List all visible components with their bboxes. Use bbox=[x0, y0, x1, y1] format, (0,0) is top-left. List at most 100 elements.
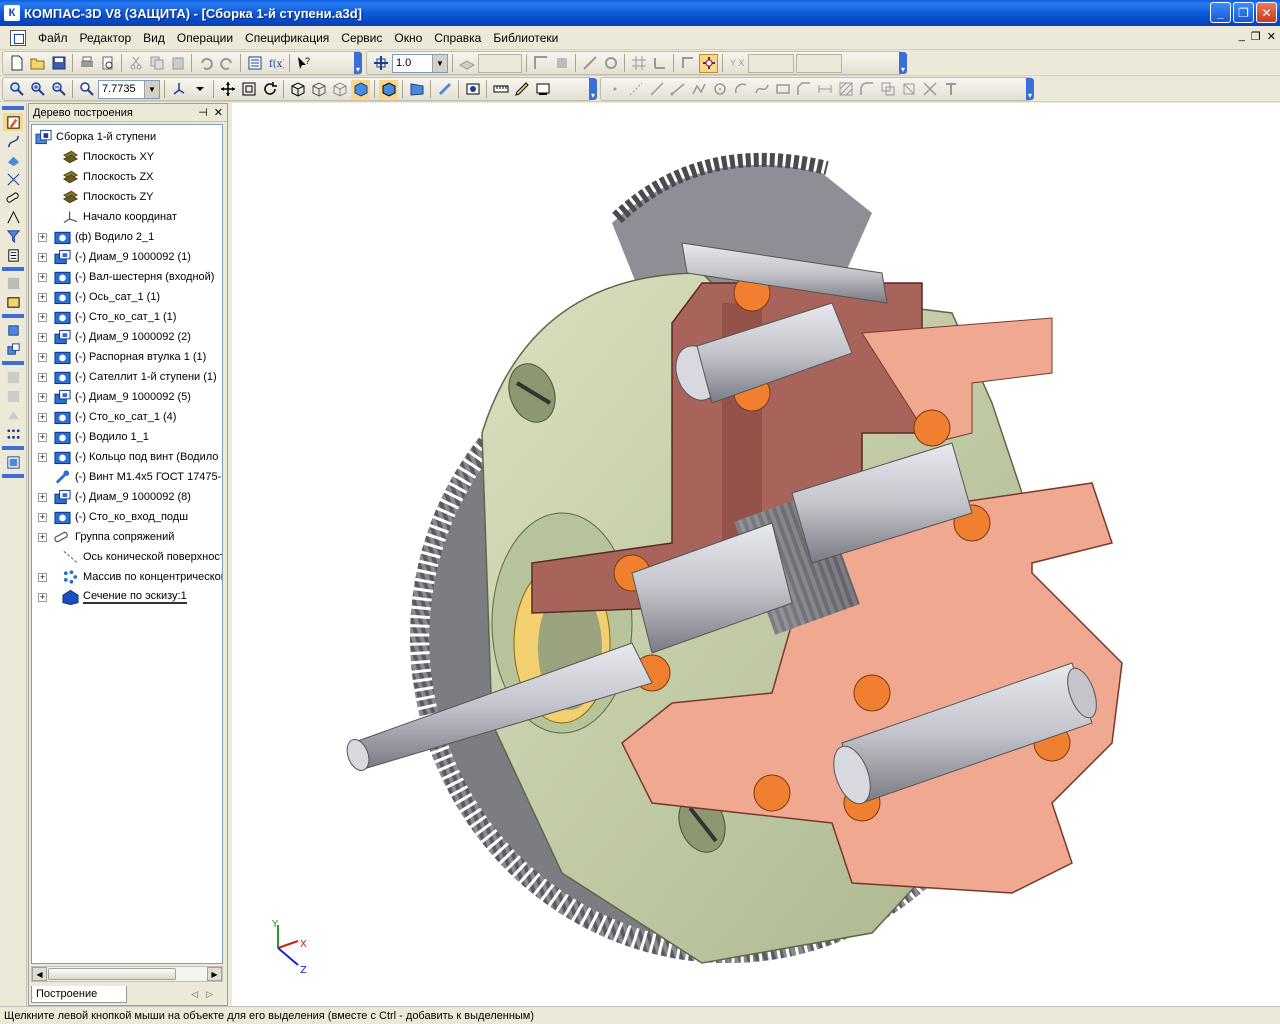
expand-icon[interactable]: + bbox=[38, 572, 47, 582]
minimize-button[interactable]: _ bbox=[1210, 2, 1231, 23]
toolbar-overflow-2[interactable]: ▾ bbox=[899, 52, 907, 74]
mdi-minimize-button[interactable]: _ bbox=[1239, 30, 1245, 43]
section-view-icon[interactable] bbox=[435, 80, 454, 99]
expand-icon[interactable]: + bbox=[38, 332, 47, 342]
menu-window[interactable]: Окно bbox=[388, 29, 428, 47]
expand-icon[interactable]: + bbox=[38, 452, 47, 462]
zoom-field[interactable]: 7.7735 ▼ bbox=[98, 79, 160, 99]
thin-hidden-icon[interactable] bbox=[330, 80, 349, 99]
mates-panel-icon[interactable] bbox=[3, 189, 23, 207]
disabled-tool-1-icon[interactable] bbox=[3, 368, 23, 386]
circle-icon[interactable] bbox=[710, 80, 729, 99]
tree-item[interactable]: + Сечение по эскизу:1 bbox=[38, 587, 187, 607]
line-icon[interactable] bbox=[647, 80, 666, 99]
edit-component-icon[interactable] bbox=[512, 80, 531, 99]
tree-item[interactable]: + (-) Сто_ко_сат_1 (1) bbox=[38, 307, 176, 327]
aux-geometry-icon[interactable] bbox=[3, 170, 23, 188]
expand-icon[interactable]: + bbox=[38, 492, 47, 502]
open-icon[interactable] bbox=[28, 54, 47, 73]
tree-item[interactable]: Плоскость ZX bbox=[38, 167, 154, 187]
disabled-tool-3-icon[interactable] bbox=[3, 406, 23, 424]
wireframe-icon[interactable] bbox=[288, 80, 307, 99]
curves-icon[interactable] bbox=[3, 132, 23, 150]
close-button[interactable]: ✕ bbox=[1256, 2, 1277, 23]
text-icon[interactable] bbox=[941, 80, 960, 99]
tree-item[interactable]: Начало координат bbox=[38, 207, 177, 227]
manager-icon[interactable] bbox=[245, 54, 264, 73]
scroll-left-button[interactable]: ◀ bbox=[32, 967, 47, 981]
perspective-icon[interactable] bbox=[407, 80, 426, 99]
expand-icon[interactable]: + bbox=[38, 372, 47, 382]
grid-icon[interactable] bbox=[629, 54, 648, 73]
step-field[interactable]: 1.0 ▼ bbox=[392, 53, 448, 73]
dimensions-panel-icon[interactable] bbox=[3, 208, 23, 226]
spline-icon[interactable] bbox=[752, 80, 771, 99]
maximize-button[interactable]: ❐ bbox=[1233, 2, 1254, 23]
toolbar-overflow-1[interactable]: ▾ bbox=[354, 52, 362, 74]
expand-icon[interactable]: + bbox=[38, 252, 47, 262]
zoom-out-icon[interactable] bbox=[49, 80, 68, 99]
tree-item[interactable]: + (-) Диам_9 1000092 (5) bbox=[38, 387, 191, 407]
expand-icon[interactable]: + bbox=[38, 312, 47, 322]
mass-properties-icon[interactable] bbox=[463, 80, 482, 99]
tree-close-button[interactable]: ✕ bbox=[214, 106, 223, 119]
zoom-window-icon[interactable] bbox=[7, 80, 26, 99]
axis-xy-icon[interactable]: Y X bbox=[727, 54, 746, 73]
toolbar-overflow-3[interactable]: ▾ bbox=[589, 78, 597, 100]
edit-assembly-icon[interactable] bbox=[3, 113, 23, 131]
expand-icon[interactable]: + bbox=[38, 532, 47, 542]
shaded-icon[interactable] bbox=[351, 79, 370, 99]
surfaces-icon[interactable] bbox=[3, 151, 23, 169]
variables-icon[interactable]: f(x) bbox=[266, 54, 285, 73]
diagnostics-icon[interactable] bbox=[3, 293, 23, 311]
zoom-scale-icon[interactable] bbox=[77, 80, 96, 99]
tree-item[interactable]: + (-) Кольцо под винт (Водило bbox=[38, 447, 218, 467]
expand-icon[interactable]: + bbox=[38, 232, 47, 242]
grid-step-icon[interactable] bbox=[371, 54, 390, 73]
projection-icon[interactable] bbox=[899, 80, 918, 99]
menu-file[interactable]: Файл bbox=[32, 29, 74, 47]
print-icon[interactable] bbox=[77, 54, 96, 73]
help-pointer-icon[interactable]: ? bbox=[294, 54, 313, 73]
snap-global-icon[interactable] bbox=[552, 54, 571, 73]
rectangle-icon[interactable] bbox=[773, 80, 792, 99]
toolbar-overflow-4[interactable]: ▾ bbox=[1026, 78, 1034, 100]
point-icon[interactable] bbox=[605, 80, 624, 99]
arc-icon[interactable] bbox=[731, 80, 750, 99]
ortho-mode-icon[interactable] bbox=[678, 54, 697, 73]
document-icon[interactable] bbox=[10, 29, 26, 46]
model-viewport[interactable]: Y X Z bbox=[232, 103, 1280, 1006]
tab-construction[interactable]: Построение bbox=[31, 985, 127, 1003]
scroll-thumb[interactable] bbox=[48, 968, 176, 980]
orientation-dropdown-icon[interactable] bbox=[190, 80, 209, 99]
offset-icon[interactable] bbox=[878, 80, 897, 99]
expand-icon[interactable]: + bbox=[38, 292, 47, 302]
orientation-icon[interactable] bbox=[169, 80, 188, 99]
layer-icon[interactable] bbox=[457, 54, 476, 73]
expand-icon[interactable]: + bbox=[38, 512, 47, 522]
menu-libraries[interactable]: Библиотеки bbox=[487, 29, 564, 47]
tree-root[interactable]: Сборка 1-й ступени bbox=[34, 127, 156, 147]
tree-item[interactable]: Плоскость XY bbox=[38, 147, 154, 167]
tree-horizontal-scrollbar[interactable]: ◀ ▶ bbox=[31, 966, 223, 982]
rotate-icon[interactable] bbox=[260, 80, 279, 99]
tree-item[interactable]: + (ф) Водило 2_1 bbox=[38, 227, 154, 247]
redo-icon[interactable] bbox=[217, 54, 236, 73]
orthogonal-icon[interactable] bbox=[580, 54, 599, 73]
dimension-icon[interactable] bbox=[815, 80, 834, 99]
tree-item[interactable]: + Группа сопряжений bbox=[38, 527, 174, 547]
polyline-icon[interactable] bbox=[689, 80, 708, 99]
dotted-line-icon[interactable] bbox=[626, 80, 645, 99]
trim-icon[interactable] bbox=[920, 80, 939, 99]
tree-item[interactable]: + (-) Вал-шестерня (входной) bbox=[38, 267, 214, 287]
tree-view[interactable]: Сборка 1-й ступени Плоскость XY Плоскость… bbox=[31, 124, 223, 964]
hatch-icon[interactable] bbox=[836, 80, 855, 99]
measure-icon[interactable] bbox=[491, 80, 510, 99]
tree-item[interactable]: + (-) Диам_9 1000092 (2) bbox=[38, 327, 191, 347]
spec-panel-icon[interactable] bbox=[3, 246, 23, 264]
zoom-in-icon[interactable] bbox=[28, 80, 47, 99]
snap-active-icon[interactable] bbox=[699, 53, 718, 73]
paste-icon[interactable] bbox=[168, 54, 187, 73]
tree-item[interactable]: + (-) Сто_ко_сат_1 (4) bbox=[38, 407, 176, 427]
new-document-icon[interactable] bbox=[7, 54, 26, 73]
